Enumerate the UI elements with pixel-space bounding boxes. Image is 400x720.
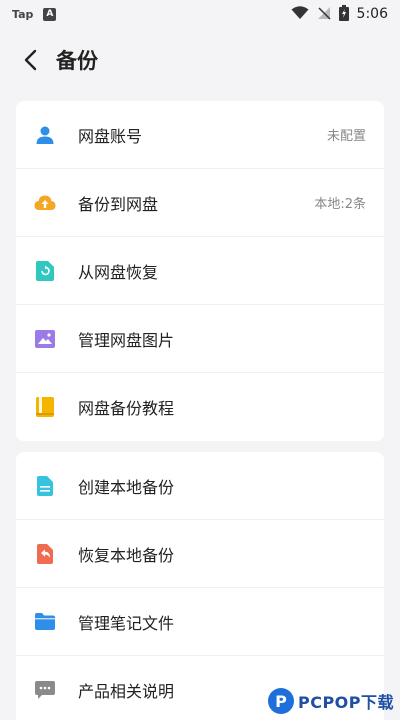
- row-label: 管理笔记文件: [78, 613, 175, 633]
- notification-badge: A: [43, 7, 57, 21]
- row-value: 本地:2条: [314, 197, 366, 212]
- watermark: P PCPOP下载: [267, 688, 394, 714]
- wifi-icon: [291, 5, 309, 23]
- row-label: 备份到网盘: [78, 194, 159, 214]
- book-icon: [34, 396, 56, 418]
- no-signal-icon: [317, 6, 331, 23]
- chat-bubble-icon: [34, 679, 56, 701]
- carrier-label: Tap: [12, 7, 34, 21]
- row-manage-note-files[interactable]: 管理笔记文件: [16, 588, 384, 656]
- row-cloud-account[interactable]: 网盘账号 未配置: [16, 101, 384, 169]
- row-label: 网盘备份教程: [78, 399, 175, 418]
- chevron-left-icon: [24, 49, 37, 71]
- row-label: 恢复本地备份: [78, 545, 175, 565]
- status-bar: Tap A 5:06: [0, 0, 400, 28]
- document-icon: [34, 475, 56, 497]
- clock: 5:06: [356, 6, 388, 22]
- app-header: 备份: [0, 36, 400, 84]
- row-label: 管理网盘图片: [78, 330, 175, 350]
- undo-file-icon: [34, 543, 56, 565]
- cloud-upload-icon: [34, 192, 56, 214]
- folder-icon: [34, 611, 56, 633]
- pcpop-logo-icon: P: [267, 688, 294, 714]
- row-restore-from-cloud[interactable]: 从网盘恢复: [16, 237, 384, 305]
- row-create-local-backup[interactable]: 创建本地备份: [16, 452, 384, 520]
- row-manage-cloud-images[interactable]: 管理网盘图片: [16, 305, 384, 373]
- watermark-text: PCPOP下载: [297, 693, 394, 712]
- row-value: 未配置: [326, 129, 366, 144]
- cloud-backup-card: 网盘账号 未配置 备份到网盘 本地:2条 从网盘恢复 管理网盘图片 网盘备份教程: [16, 101, 384, 441]
- back-button[interactable]: [16, 40, 44, 80]
- row-label: 产品相关说明: [78, 682, 175, 701]
- row-cloud-tutorial[interactable]: 网盘备份教程: [16, 373, 384, 441]
- row-backup-to-cloud[interactable]: 备份到网盘 本地:2条: [16, 169, 384, 237]
- user-icon: [34, 124, 56, 146]
- row-label: 创建本地备份: [78, 477, 175, 497]
- restore-file-icon: [34, 260, 56, 282]
- row-label: 网盘账号: [78, 126, 143, 146]
- page-title: 备份: [56, 49, 98, 73]
- row-label: 从网盘恢复: [78, 262, 159, 282]
- battery-icon: [338, 4, 349, 24]
- image-icon: [34, 328, 56, 350]
- row-restore-local-backup[interactable]: 恢复本地备份: [16, 520, 384, 588]
- local-backup-card: 创建本地备份 恢复本地备份 管理笔记文件 产品相关说明: [16, 452, 384, 720]
